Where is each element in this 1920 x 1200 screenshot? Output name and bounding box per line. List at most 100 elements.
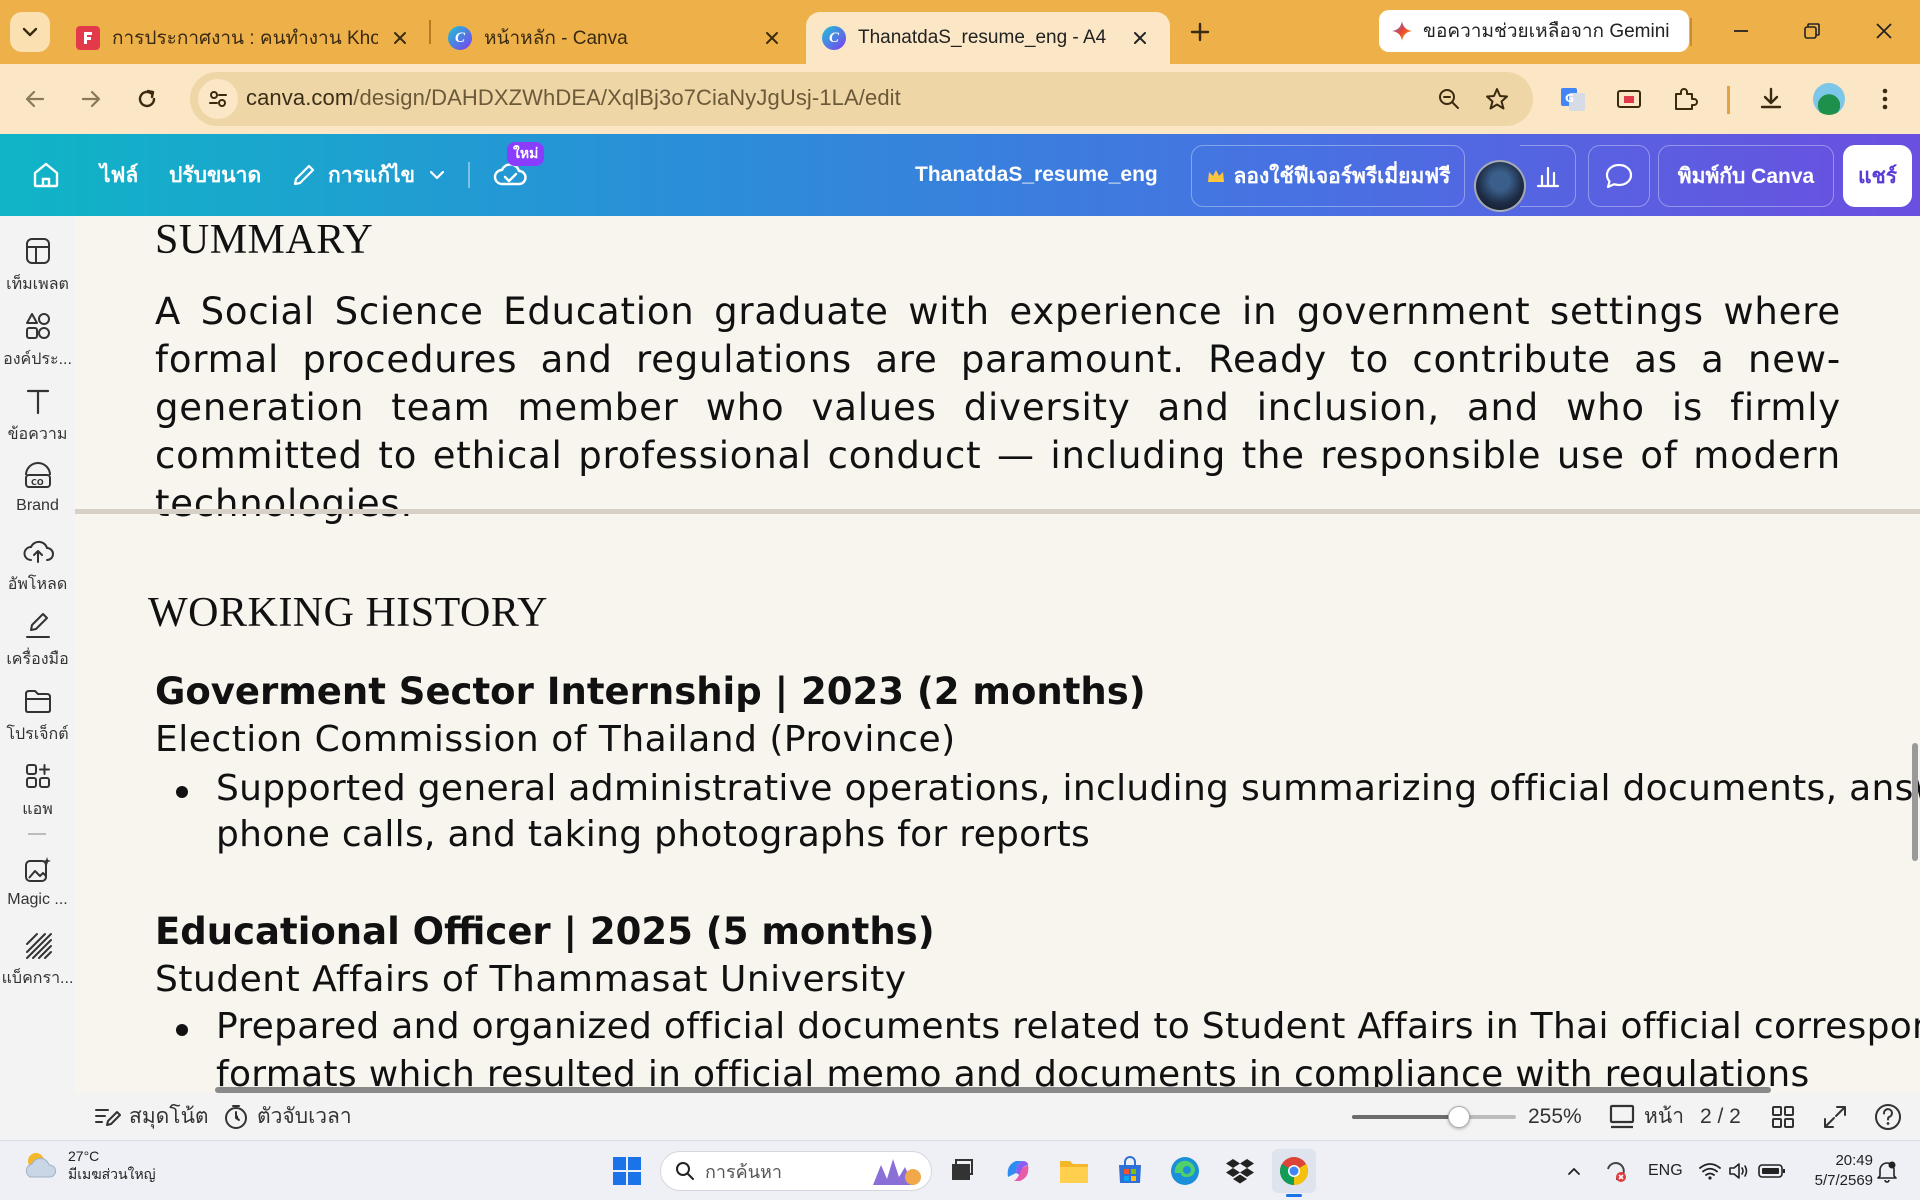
start-button[interactable] [605, 1149, 649, 1193]
editing-mode-menu[interactable]: การแก้ไข [290, 134, 447, 216]
resize-menu[interactable]: ปรับขนาด [169, 134, 261, 216]
job-bullet-line[interactable]: Prepared and organized official document… [216, 1003, 1920, 1051]
dropbox-app[interactable] [1218, 1149, 1262, 1193]
grid-icon [1772, 1105, 1794, 1128]
vertical-scrollbar[interactable] [1912, 743, 1918, 861]
collaborator-avatar[interactable] [1474, 160, 1526, 212]
pages-button[interactable]: หน้า [1608, 1093, 1684, 1140]
more-vertical-icon [1882, 88, 1888, 110]
summary-text[interactable]: A Social Science Education graduate with… [155, 288, 1841, 528]
summary-heading[interactable]: SUMMARY [155, 216, 373, 264]
volume-button[interactable] [1728, 1141, 1750, 1200]
reload-button[interactable] [126, 78, 168, 120]
rail-brand[interactable]: CO Brand [0, 459, 75, 529]
print-with-canva-button[interactable]: พิมพ์กับ Canva [1658, 145, 1834, 207]
translate-button[interactable]: G [1552, 78, 1594, 120]
site-info-button[interactable] [198, 79, 238, 119]
microsoft-store-app[interactable] [1108, 1149, 1152, 1193]
job-bullet-line[interactable]: Supported general administrative operati… [216, 765, 1920, 813]
rail-magic-media[interactable]: Magic ... [0, 853, 75, 923]
rail-uploads[interactable]: อัพโหลด [0, 534, 75, 604]
minimize-button[interactable] [1715, 10, 1767, 52]
profile-button[interactable] [1808, 78, 1850, 120]
extensions-button[interactable] [1664, 78, 1706, 120]
job-organization[interactable]: Election Commission of Thailand (Provinc… [155, 719, 956, 760]
help-button[interactable] [1873, 1093, 1903, 1140]
restore-button[interactable] [1786, 10, 1838, 52]
taskbar-search[interactable]: การค้นหา [660, 1151, 932, 1191]
toolbar-separator [1727, 86, 1730, 114]
tab-canva-home[interactable]: C หน้าหลัก - Canva [432, 12, 802, 64]
close-tab-icon[interactable] [1128, 26, 1152, 50]
rail-text[interactable]: ข้อความ [0, 384, 75, 454]
gemini-help-button[interactable]: ขอความช่วยเหลือจาก Gemini [1379, 10, 1689, 52]
insights-button[interactable] [1520, 145, 1576, 207]
notifications-button[interactable] [1876, 1141, 1898, 1200]
rail-elements[interactable]: องค์ประ... [0, 309, 75, 379]
tab-job-posting[interactable]: การประกาศงาน : คนทำงาน Khon Th [60, 12, 430, 64]
grid-view-button[interactable] [1770, 1093, 1796, 1140]
comment-icon [1605, 163, 1633, 189]
network-button[interactable] [1698, 1141, 1722, 1200]
rail-templates[interactable]: เท็มเพลต [0, 234, 75, 304]
rail-background[interactable]: แบ็คกรา... [0, 928, 75, 998]
address-bar[interactable]: canva.com/design/DAHDXZWhDEA/XqlBj3o7Cia… [190, 72, 1533, 126]
partly-cloudy-icon [25, 1153, 56, 1178]
cast-button[interactable] [1608, 78, 1650, 120]
new-tab-button[interactable] [1180, 12, 1220, 52]
try-premium-label: ลองใช้ฟีเจอร์พรีเมี่ยมฟรี [1233, 164, 1451, 188]
rail-draw-tools[interactable]: เครื่องมือ [0, 609, 75, 679]
bookmark-star-icon[interactable] [1482, 84, 1512, 114]
job-title[interactable]: Educational Officer | 2025 (5 months) [155, 910, 935, 953]
show-hidden-icons-button[interactable] [1566, 1141, 1582, 1200]
zoom-slider[interactable] [1352, 1106, 1516, 1128]
zoom-page-icon[interactable] [1434, 84, 1464, 114]
google-translate-icon: G [1561, 88, 1585, 111]
close-tab-icon[interactable] [760, 26, 784, 50]
job-bullet-line[interactable]: phone calls, and taking photographs for … [216, 811, 1090, 859]
input-language[interactable]: ENG [1648, 1141, 1683, 1200]
file-explorer-app[interactable] [1052, 1149, 1096, 1193]
system-clock[interactable]: 20:49 5/7/2569 [1793, 1151, 1873, 1191]
home-button[interactable] [30, 134, 62, 216]
rail-apps[interactable]: แอพ [0, 759, 75, 829]
security-tray-icon[interactable] [1604, 1141, 1628, 1200]
rail-projects[interactable]: โปรเจ็กต์ [0, 684, 75, 754]
speaker-icon [1729, 1163, 1748, 1179]
close-window-button[interactable] [1858, 10, 1910, 52]
zoom-percentage[interactable]: 255% [1528, 1093, 1582, 1140]
crown-icon [1207, 170, 1224, 182]
draw-icon [21, 609, 55, 643]
comments-button[interactable] [1588, 145, 1650, 207]
fullscreen-button[interactable] [1822, 1093, 1848, 1140]
close-tab-icon[interactable] [388, 26, 412, 50]
forward-button[interactable] [70, 78, 112, 120]
tab-search-button[interactable] [10, 12, 50, 52]
downloads-button[interactable] [1750, 78, 1792, 120]
tab-canva-design[interactable]: C ThanatdaS_resume_eng - A4 [806, 12, 1170, 64]
edge-browser-app[interactable] [1163, 1149, 1207, 1193]
design-canvas[interactable]: SUMMARY A Social Science Education gradu… [75, 216, 1920, 1140]
job-title[interactable]: Goverment Sector Internship | 2023 (2 mo… [155, 670, 1146, 713]
battery-button[interactable] [1758, 1141, 1786, 1200]
share-button[interactable]: แชร์ [1843, 145, 1912, 207]
chrome-app[interactable] [1272, 1149, 1316, 1197]
new-badge: ใหม่ [507, 142, 545, 166]
timer-button[interactable]: ตัวจับเวลา [223, 1093, 352, 1140]
document-title[interactable]: ThanatdaS_resume_eng [915, 134, 1158, 216]
clock-date: 5/7/2569 [1814, 1172, 1873, 1189]
job-organization[interactable]: Student Affairs of Thammasat University [155, 959, 907, 1000]
tab-title: การประกาศงาน : คนทำงาน Khon Th [112, 28, 378, 49]
back-button[interactable] [14, 78, 56, 120]
working-history-heading[interactable]: WORKING HISTORY [148, 589, 548, 637]
browser-menu-button[interactable] [1864, 78, 1906, 120]
weather-widget[interactable]: 27°C มีเมฆส่วนใหญ่ [20, 1147, 156, 1183]
file-menu[interactable]: ไฟล์ [100, 134, 138, 216]
task-view-button[interactable] [940, 1149, 984, 1193]
try-premium-button[interactable]: ลองใช้ฟีเจอร์พรีเมี่ยมฟรี [1191, 145, 1465, 207]
copilot-app[interactable] [996, 1149, 1040, 1193]
notes-button[interactable]: สมุดโน้ต [93, 1093, 209, 1140]
rail-label: แบ็คกรา... [1, 970, 74, 987]
zoom-slider-thumb[interactable] [1448, 1106, 1470, 1128]
section-divider-line[interactable] [75, 509, 1920, 514]
